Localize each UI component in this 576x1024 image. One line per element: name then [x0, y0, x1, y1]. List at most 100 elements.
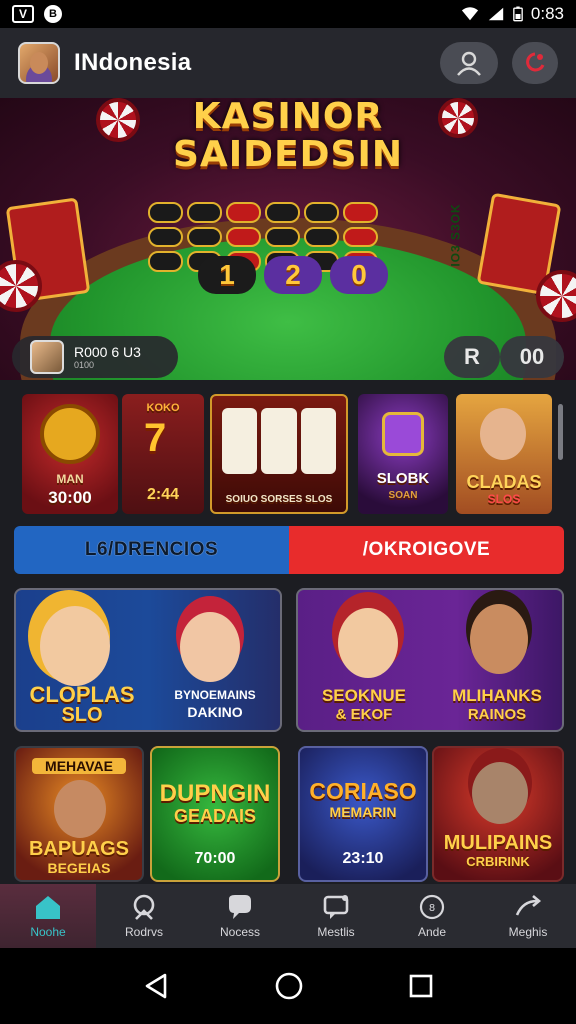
status-bar: V B 0:83 — [0, 0, 576, 28]
character-face — [480, 408, 526, 460]
card-title-2: CRBIRINK — [466, 854, 530, 869]
back-icon[interactable] — [143, 972, 169, 1000]
status-time: 0:83 — [530, 4, 564, 23]
card-title: DUPNGIN — [159, 780, 271, 807]
nav-label: Ande — [417, 925, 447, 939]
nav-item-4[interactable]: Mestlis — [288, 884, 384, 948]
hero-title: KASINOR SAIDEDSIN — [0, 98, 576, 174]
card-title: MULIPAINS — [443, 832, 553, 854]
coin-icon: 8 — [419, 894, 445, 920]
home-circle-icon[interactable] — [274, 971, 304, 1001]
message-icon — [323, 895, 349, 919]
user-avatar — [30, 340, 64, 374]
card-title: CORIASO — [309, 778, 417, 804]
coin-icon — [40, 404, 100, 464]
character-face — [470, 604, 528, 674]
game-tile-slot-machine[interactable]: SOIUO SORSES SLOS — [210, 394, 348, 514]
card-title: MEHAVAE — [32, 758, 126, 774]
game-tile[interactable]: CLADAS SLOS — [456, 394, 552, 514]
notification-circle-icon: B — [44, 5, 62, 23]
game-tile[interactable]: MAN 30:00 — [22, 394, 118, 514]
tile-value: 30:00 — [48, 488, 92, 507]
tile-label: KOKO — [146, 402, 180, 414]
tab-right[interactable]: /OKROIGOVE — [289, 526, 564, 574]
character-face — [338, 608, 398, 678]
character-face — [54, 780, 106, 838]
number-row: 1 2 0 — [198, 256, 388, 294]
card-sub: 70:00 — [194, 850, 236, 867]
tile-label: SOIUO SORSES SLOS — [225, 494, 333, 505]
nav-label: Nocess — [219, 925, 260, 939]
user-balance-pill[interactable]: R000 6 U3 0100 — [12, 336, 178, 378]
card-title-2: GEADAIS — [173, 806, 256, 826]
nav-item-home[interactable]: Noohe — [0, 884, 96, 948]
tile-label: MAN — [56, 472, 84, 486]
tile-label: CLADAS — [466, 472, 542, 492]
app-title: INdonesia — [74, 49, 192, 76]
tile-value: 2:44 — [146, 486, 180, 503]
svg-text:8: 8 — [429, 903, 435, 914]
nav-item-3[interactable]: Nocess — [192, 884, 288, 948]
number-tile: 1 — [198, 256, 256, 294]
hero-action-button-b[interactable]: 00 — [500, 336, 564, 378]
promo-banner-right[interactable]: SEOKNUE & EKOF MLIHANKS RAINOS — [296, 588, 564, 732]
tile-sub: SOAN — [388, 490, 418, 501]
game-tiles-row: MAN 30:00 KOKO 7 2:44 SOIUO SORSES SLOS … — [0, 380, 576, 522]
notifications-button[interactable] — [512, 42, 558, 84]
promo-banner-left[interactable]: CLOPLAS SLO BYNOEMAINS DAKINO — [14, 588, 282, 732]
share-icon — [515, 895, 542, 916]
nav-label: Mestlis — [317, 925, 355, 939]
hero-banner[interactable]: KASINOR SAIDEDSIN 1 2 0 IO3 S3OK R000 6 … — [0, 98, 576, 380]
slot-reels — [222, 408, 336, 474]
game-card[interactable]: DUPNGIN GEADAIS 70:00 — [150, 746, 280, 882]
card-title-2: BAPUAGS — [28, 838, 129, 860]
nav-item-2[interactable]: Rodrvs — [96, 884, 192, 948]
tile-label: SLOBK — [376, 470, 430, 487]
card-title-2: MEMARIN — [329, 804, 397, 820]
character-face — [472, 762, 528, 824]
nav-label: Meghis — [508, 925, 548, 939]
banner-title: & EKOF — [335, 706, 393, 723]
wifi-icon — [461, 7, 479, 21]
tab-left[interactable]: L6/DRENCIOS — [14, 526, 289, 574]
hero-title-line1: KASINOR — [192, 98, 384, 137]
bottom-navigation: Noohe Rodrvs Nocess Mestlis 8 Ande Meghi… — [0, 884, 576, 948]
app-bar: INdonesia — [0, 28, 576, 98]
nav-label: Rodrvs — [124, 925, 163, 939]
user-balance-sub: 0100 — [74, 360, 95, 370]
bell-alert-icon — [526, 52, 545, 72]
recents-icon[interactable] — [409, 974, 433, 998]
treasure-icon — [382, 412, 424, 456]
character-face — [40, 606, 110, 686]
home-icon — [36, 896, 60, 919]
profile-button[interactable] — [440, 42, 498, 84]
game-card[interactable]: MEHAVAE BAPUAGS BEGEIAS — [14, 746, 144, 882]
table-side-text: IO3 S3OK — [448, 203, 463, 267]
game-tile[interactable]: KOKO 7 2:44 — [122, 394, 204, 514]
card-sub: BEGEIAS — [47, 860, 111, 876]
banner-title: SLO — [61, 704, 103, 726]
banner-title: MLIHANKS — [452, 686, 542, 705]
game-card[interactable]: MULIPAINS CRBIRINK — [432, 746, 564, 882]
tile-sub: SLOS — [487, 492, 521, 506]
hero-action-button-a[interactable]: R — [444, 336, 500, 378]
game-tile[interactable]: SLOBK SOAN — [358, 394, 448, 514]
nav-item-6[interactable]: Meghis — [480, 884, 576, 948]
profile-avatar[interactable] — [18, 42, 60, 84]
user-balance: R000 6 U3 — [74, 344, 141, 360]
battery-icon — [513, 6, 523, 22]
tiles-scrollbar[interactable] — [558, 404, 563, 460]
game-card[interactable]: CORIASO MEMARIN 23:10 — [298, 746, 428, 882]
nav-label: Noohe — [30, 925, 66, 939]
banner-title: RAINOS — [467, 706, 527, 723]
notification-app-icon: V — [12, 5, 34, 23]
character-face — [180, 612, 240, 682]
user-icon — [457, 51, 481, 76]
nav-item-5[interactable]: 8 Ande — [384, 884, 480, 948]
card-sub: 23:10 — [342, 850, 384, 867]
system-navigation-bar — [0, 948, 576, 1024]
shield-icon — [133, 894, 155, 920]
signal-icon — [488, 7, 504, 21]
hero-title-line2: SAIDEDSIN — [173, 134, 403, 175]
number-tile: 0 — [330, 256, 388, 294]
